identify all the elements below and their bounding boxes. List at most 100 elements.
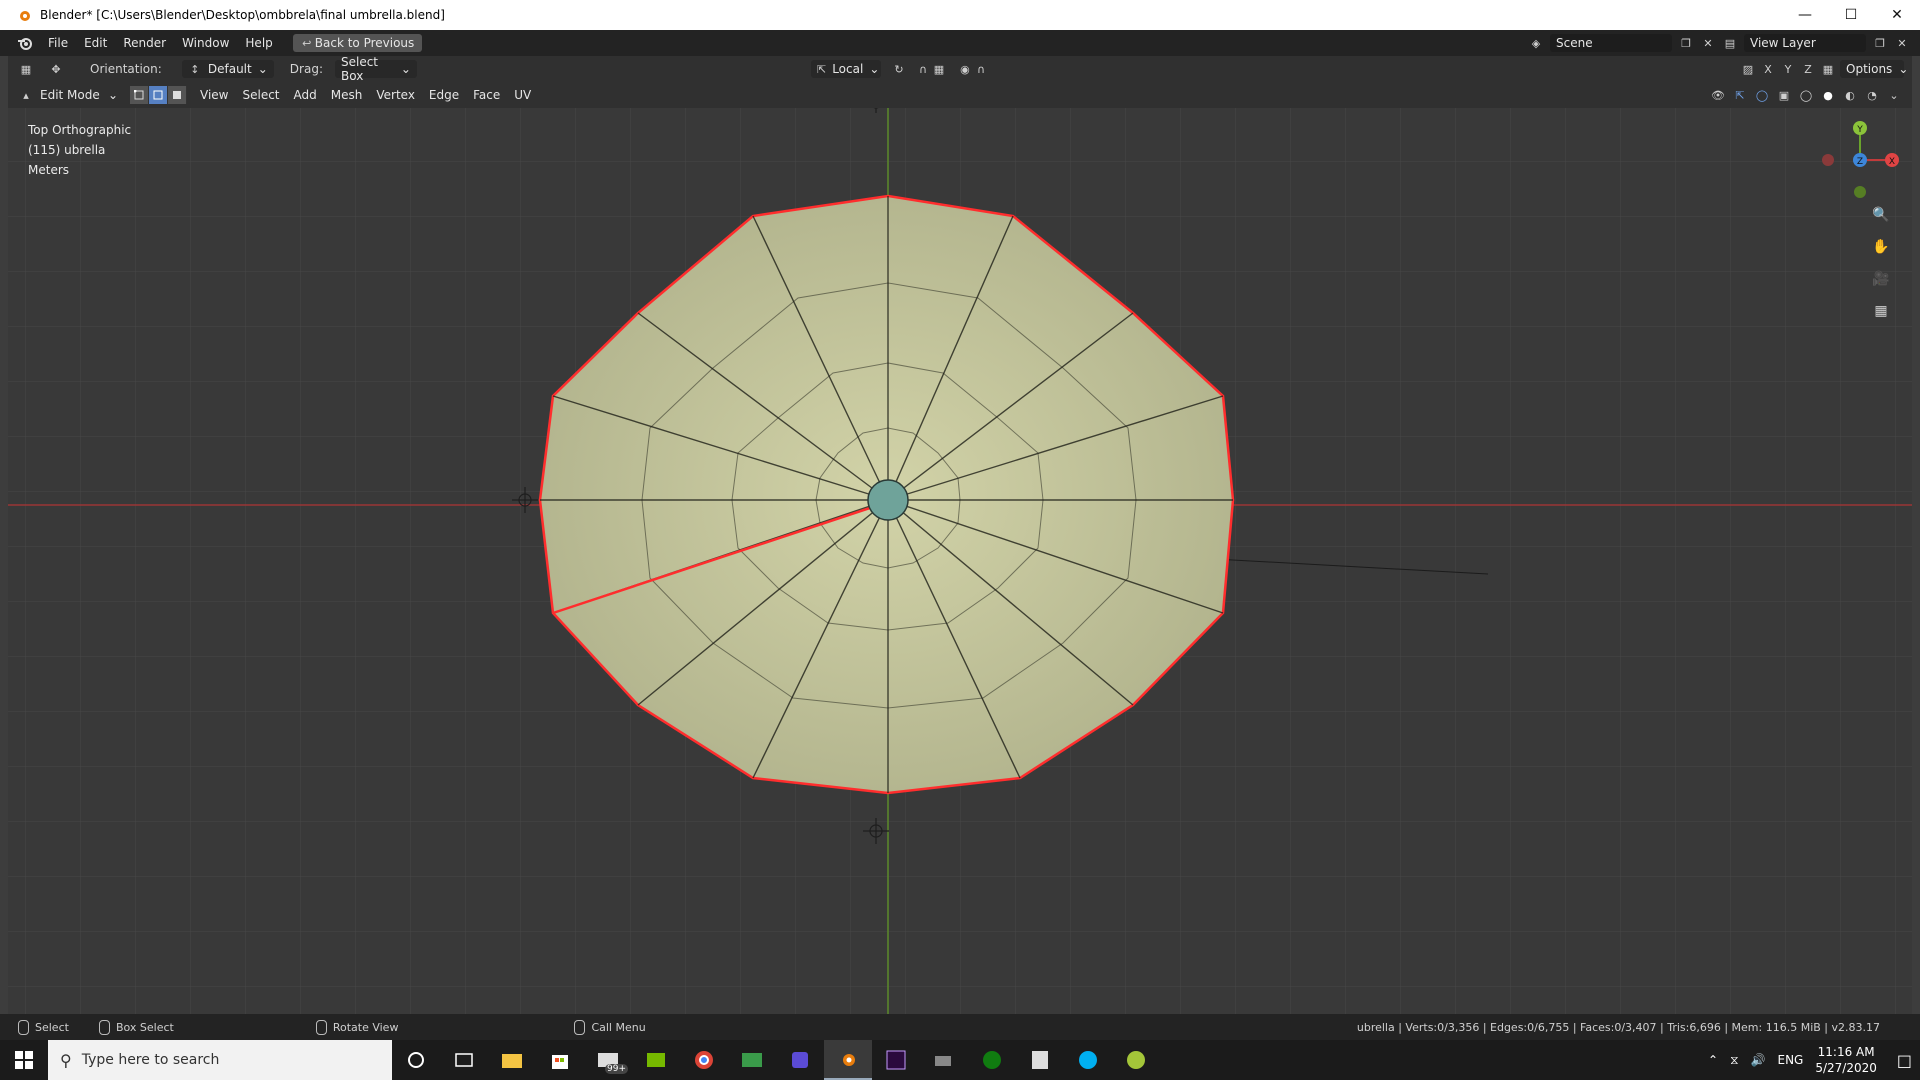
new-scene-icon[interactable]: ❐ [1678, 35, 1694, 51]
tool-header: ▦ ✥ Orientation: ↕ Default ⌄ Drag: Selec… [8, 55, 1912, 83]
menu-render[interactable]: Render [115, 30, 174, 56]
calculator-icon[interactable] [1016, 1040, 1064, 1080]
zoom-icon[interactable]: 🔍 [1868, 204, 1894, 226]
face-select-mode-icon[interactable] [168, 86, 187, 104]
android-app-icon[interactable] [1112, 1040, 1160, 1080]
taskbar-search-box[interactable]: ⚲ Type here to search [48, 1040, 392, 1080]
new-view-layer-icon[interactable]: ❐ [1872, 35, 1888, 51]
pan-hand-icon[interactable]: ✋ [1868, 236, 1894, 258]
axis-x-toggle[interactable]: X [1760, 61, 1776, 77]
menu-edge[interactable]: Edge [422, 88, 466, 102]
pivot-point-icon[interactable]: ↻ [891, 61, 907, 77]
blender-logo-icon[interactable] [16, 34, 34, 52]
language-indicator[interactable]: ENG [1777, 1053, 1803, 1067]
snap-icon[interactable]: ∩ [915, 61, 931, 77]
view-layer-icon[interactable]: ▤ [1722, 35, 1738, 51]
visibility-icon[interactable]: 👁 [1710, 87, 1726, 103]
blender-topbar: File Edit Render Window Help ↩ Back to P… [0, 30, 1920, 56]
camera-app-icon[interactable] [920, 1040, 968, 1080]
rendered-shading-icon[interactable]: ◔ [1864, 87, 1880, 103]
menu-vertex[interactable]: Vertex [369, 88, 422, 102]
cortana-icon[interactable] [392, 1040, 440, 1080]
back-to-previous-button[interactable]: ↩ Back to Previous [292, 34, 423, 52]
system-tray: ⌃ ⧖ 🔊 ENG 11:16 AM 5/27/2020 □ [1708, 1044, 1920, 1076]
xray-toggle-icon[interactable]: ▣ [1776, 87, 1792, 103]
nvidia-icon[interactable] [632, 1040, 680, 1080]
move-tool-icon[interactable]: ✥ [48, 61, 64, 77]
view-layer-selector[interactable]: View Layer [1744, 34, 1866, 52]
viewport-canvas[interactable]: Y X Z [8, 108, 1912, 1014]
menu-add[interactable]: Add [287, 88, 324, 102]
overlays-toggle-icon[interactable]: ◯ [1754, 87, 1770, 103]
task-view-icon[interactable] [440, 1040, 488, 1080]
solid-shading-icon[interactable]: ● [1820, 87, 1836, 103]
menu-window[interactable]: Window [174, 30, 237, 56]
chevron-down-icon: ⌄ [400, 62, 411, 76]
grid-perspective-icon[interactable]: ▦ [1868, 300, 1894, 322]
axis-y-toggle[interactable]: Y [1780, 61, 1796, 77]
delete-view-layer-icon[interactable]: ✕ [1894, 35, 1910, 51]
pivot-dropdown[interactable]: ⇱ Local ⌄ [810, 60, 881, 78]
windows-start-icon[interactable] [0, 1040, 48, 1080]
menu-mesh[interactable]: Mesh [324, 88, 370, 102]
edit-mode-icon: ▴ [23, 88, 29, 102]
chrome-icon[interactable] [680, 1040, 728, 1080]
minimize-icon[interactable]: — [1782, 0, 1828, 30]
gizmo-toggle-icon[interactable]: ⇱ [1732, 87, 1748, 103]
menu-uv[interactable]: UV [507, 88, 538, 102]
proportional-editing-icon[interactable]: ◉ [957, 61, 973, 77]
axis-z-toggle[interactable]: Z [1800, 61, 1816, 77]
edge-select-mode-icon[interactable] [149, 86, 168, 104]
editor-type-icon[interactable]: ▦ [18, 61, 34, 77]
wireframe-shading-icon[interactable]: ◯ [1798, 87, 1814, 103]
orientation-dropdown[interactable]: ↕ Default ⌄ [181, 60, 274, 78]
gizmo-neg-x-axis[interactable] [1822, 154, 1834, 166]
pivot-value: Local [832, 62, 864, 76]
menu-help[interactable]: Help [237, 30, 280, 56]
mirror-icon[interactable]: ▨ [1740, 61, 1756, 77]
tray-chevron-icon[interactable]: ⌃ [1708, 1053, 1718, 1067]
window-title: Blender* [C:\Users\Blender\Desktop\ombbr… [40, 8, 445, 22]
drag-dropdown[interactable]: Select Box ⌄ [334, 55, 417, 83]
premiere-icon[interactable] [872, 1040, 920, 1080]
material-shading-icon[interactable]: ◐ [1842, 87, 1858, 103]
menu-file[interactable]: File [40, 30, 76, 56]
network-icon[interactable]: ⧖ [1730, 1053, 1738, 1068]
scene-icon[interactable]: ◈ [1528, 35, 1544, 51]
taskbar-clock[interactable]: 11:16 AM 5/27/2020 [1815, 1044, 1877, 1076]
mode-dropdown[interactable]: Edit Mode ⌄ [34, 86, 124, 104]
falloff-icon[interactable]: ∩ [973, 61, 989, 77]
snap-target-icon[interactable]: ▦ [931, 61, 947, 77]
volume-icon[interactable]: 🔊 [1751, 1053, 1766, 1067]
auto-merge-icon[interactable]: ▦ [1820, 61, 1836, 77]
close-icon[interactable]: ✕ [1874, 0, 1920, 30]
blender-taskbar-icon[interactable] [824, 1040, 872, 1080]
mail-icon[interactable]: 99+ [584, 1040, 632, 1080]
vertex-select-mode-icon[interactable] [130, 86, 149, 104]
scene-selector[interactable]: Scene [1550, 34, 1672, 52]
window-titlebar: Blender* [C:\Users\Blender\Desktop\ombbr… [0, 0, 1920, 30]
app-settings-icon[interactable] [776, 1040, 824, 1080]
xbox-icon[interactable] [968, 1040, 1016, 1080]
notifications-icon[interactable]: □ [1897, 1051, 1912, 1070]
menu-select[interactable]: Select [235, 88, 286, 102]
viewport-header: ▴ Edit Mode ⌄ View Select Add Mesh Verte… [8, 82, 1912, 108]
menu-view[interactable]: View [193, 88, 235, 102]
status-rotate-label: Rotate View [332, 1020, 399, 1034]
delete-scene-icon[interactable]: ✕ [1700, 35, 1716, 51]
menu-edit[interactable]: Edit [76, 30, 115, 56]
drag-label: Drag: [289, 62, 323, 76]
status-call-menu: Call Menu [556, 1019, 657, 1035]
skype-icon[interactable] [1064, 1040, 1112, 1080]
photos-icon[interactable] [728, 1040, 776, 1080]
menu-face[interactable]: Face [466, 88, 507, 102]
store-icon[interactable] [536, 1040, 584, 1080]
file-explorer-icon[interactable] [488, 1040, 536, 1080]
3d-viewport[interactable]: Y X Z Top Orthographic (115) ubrella Met… [8, 108, 1912, 1014]
shading-options-icon[interactable]: ⌄ [1886, 87, 1902, 103]
orientation-label: Orientation: [90, 62, 162, 76]
gizmo-neg-y-axis[interactable] [1854, 186, 1866, 198]
maximize-icon[interactable]: ☐ [1828, 0, 1874, 30]
options-dropdown[interactable]: Options ⌄ [1840, 60, 1908, 78]
camera-icon[interactable]: 🎥 [1868, 268, 1894, 290]
